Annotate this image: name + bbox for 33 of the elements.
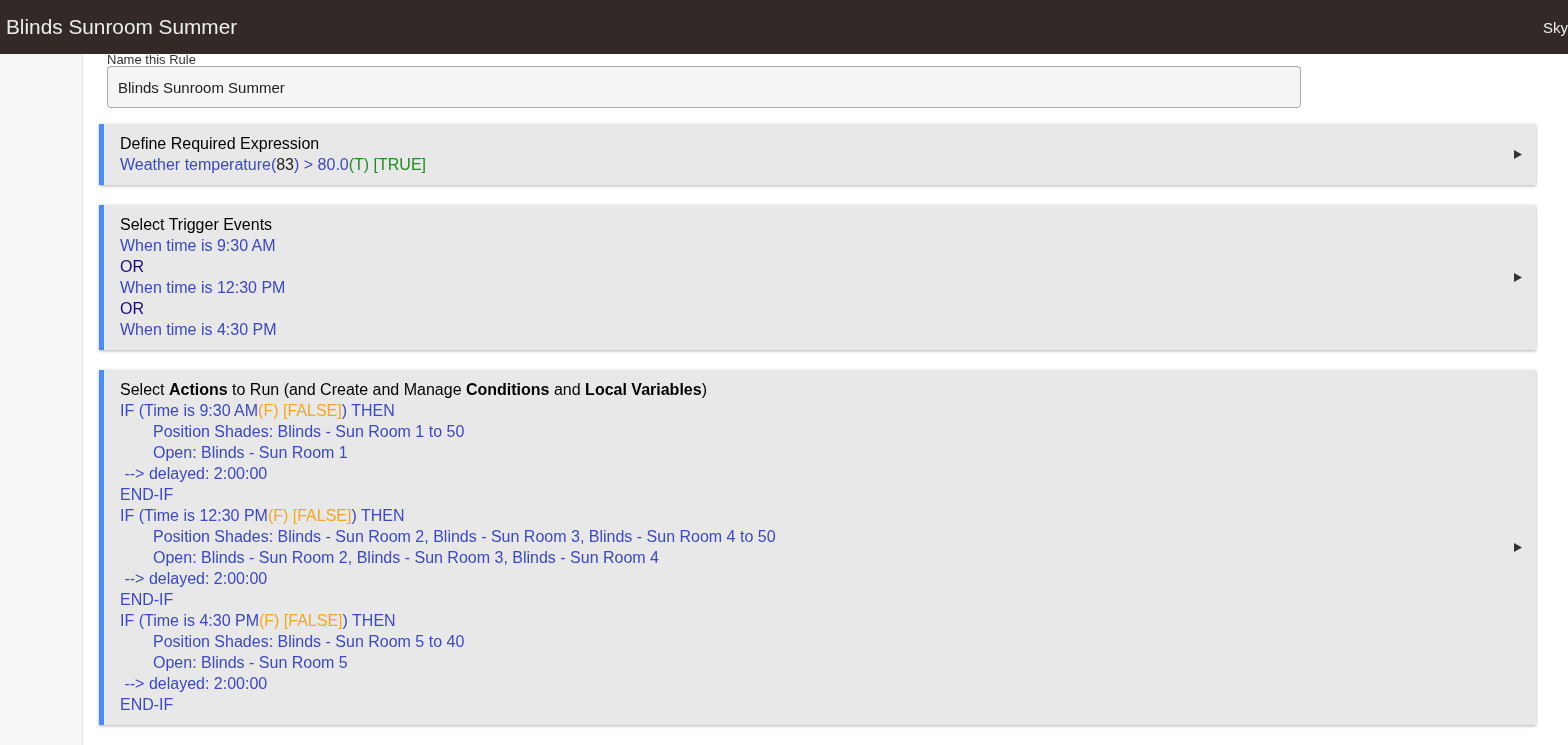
section-title: Select Actions to Run (and Create and Manage Conditions and Local Variables)	[120, 380, 708, 400]
page-title: Blinds Sunroom Summer	[6, 15, 238, 39]
rule-line: Weather temperature(83) > 80.0(T) [TRUE]	[120, 155, 428, 175]
section-card[interactable]: Define Required Expression Weather temperature(83) > 80.0(T) [TRUE]	[99, 124, 1536, 185]
expand-arrow-icon[interactable]	[1514, 149, 1522, 159]
rule-line: When time is 9:30 AM	[120, 236, 277, 256]
rule-line: Position Shades: Blinds - Sun Room 5 to 40	[152, 632, 466, 652]
rule-line: --> delayed: 2:00:00	[123, 464, 269, 484]
rule-line: END-IF	[120, 485, 175, 505]
rule-line: Open: Blinds - Sun Room 5	[152, 653, 349, 673]
rule-line: END-IF	[120, 695, 175, 715]
rule-line: IF (Time is 4:30 PM(F) [FALSE]) THEN	[120, 611, 397, 631]
rule-line: When time is 4:30 PM	[120, 320, 278, 340]
rule-line: When time is 12:30 PM	[120, 278, 287, 298]
user-name[interactable]: Sky	[1543, 18, 1568, 36]
rule-line: END-IF	[120, 590, 175, 610]
rule-line: OR	[120, 257, 145, 277]
expand-arrow-icon[interactable]	[1514, 272, 1522, 282]
rule-line: Position Shades: Blinds - Sun Room 2, Blinds - Sun Room 3, Blinds - Sun Room 4 to 50	[152, 527, 777, 547]
section-title: Define Required Expression	[120, 134, 321, 154]
rule-line: --> delayed: 2:00:00	[123, 674, 269, 694]
rule-line: --> delayed: 2:00:00	[123, 569, 269, 589]
rule-name-field[interactable]: Blinds Sunroom Summer	[107, 66, 1301, 108]
field-label: Name this Rule	[107, 54, 197, 66]
rule-line: Open: Blinds - Sun Room 2, Blinds - Sun Room 3, Blinds - Sun Room 4	[152, 548, 660, 568]
rule-line: OR	[120, 299, 145, 319]
rule-line: IF (Time is 9:30 AM(F) [FALSE]) THEN	[120, 401, 396, 421]
rule-line: IF (Time is 12:30 PM(F) [FALSE]) THEN	[120, 506, 406, 526]
rule-line: Position Shades: Blinds - Sun Room 1 to 50	[152, 422, 466, 442]
rule-line: Open: Blinds - Sun Room 1	[152, 443, 349, 463]
section-card[interactable]: Select Trigger Events When time is 9:30 AM OR When time is 12:30 PM OR When time is 4:30 PM	[99, 205, 1536, 350]
expand-arrow-icon[interactable]	[1514, 542, 1522, 552]
section-title: Select Trigger Events	[120, 215, 274, 235]
